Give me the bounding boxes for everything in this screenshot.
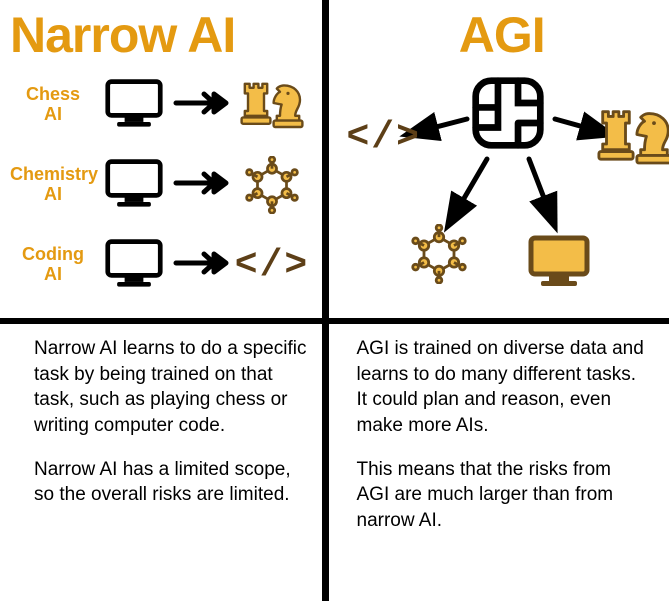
- agi-panel: AGI </: [335, 0, 669, 318]
- narrow-row-chess: Chess AI: [10, 66, 323, 144]
- narrow-row-chemistry: Chemistry AI: [10, 146, 323, 224]
- monitor-icon: [104, 236, 164, 294]
- monitor-filled-icon: [527, 232, 591, 293]
- narrow-label-chess: Chess AI: [10, 85, 96, 125]
- agi-p1: AGI is trained on diverse data and learn…: [357, 336, 646, 439]
- chess-icon: [597, 106, 669, 172]
- narrow-p2: Narrow AI has a limited scope, so the ov…: [34, 457, 311, 508]
- arrow-icon: [172, 88, 232, 123]
- agi-p2: This means that the risks from AGI are m…: [357, 457, 646, 534]
- horizontal-divider: [0, 318, 669, 324]
- vertical-divider: [322, 0, 329, 601]
- monitor-icon: [104, 76, 164, 134]
- narrow-row-coding: Coding AI </>: [10, 226, 323, 304]
- narrow-p1: Narrow AI learns to do a specific task b…: [34, 336, 311, 439]
- code-icon: </>: [347, 116, 421, 159]
- arrow-icon: [172, 248, 232, 283]
- agi-title: AGI: [349, 6, 656, 64]
- molecule-icon: [409, 224, 469, 289]
- code-icon: </>: [240, 244, 304, 287]
- arrow-icon: [172, 168, 232, 203]
- agi-description: AGI is trained on diverse data and learn…: [335, 318, 669, 601]
- narrow-ai-description: Narrow AI learns to do a specific task b…: [0, 318, 335, 601]
- chess-icon: [240, 79, 304, 130]
- agi-diagram: </>: [349, 64, 656, 314]
- agi-core-icon: [469, 74, 547, 157]
- narrow-ai-title: Narrow AI: [10, 6, 323, 64]
- molecule-icon: [240, 156, 304, 214]
- narrow-ai-panel: Narrow AI Chess AI: [0, 0, 335, 318]
- narrow-label-coding: Coding AI: [10, 245, 96, 285]
- code-glyph: </>: [235, 244, 309, 287]
- monitor-icon: [104, 156, 164, 214]
- narrow-label-chemistry: Chemistry AI: [10, 165, 96, 205]
